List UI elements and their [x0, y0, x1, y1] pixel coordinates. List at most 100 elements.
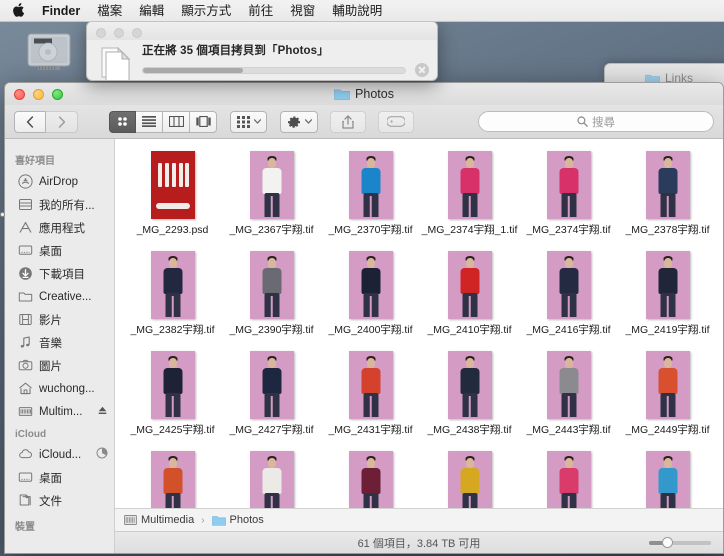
sidebar-item-all-my-files[interactable]: 我的所有... — [5, 193, 114, 216]
sidebar-item-movies[interactable]: 影片 — [5, 308, 114, 331]
menu-item-finder[interactable]: Finder — [42, 0, 80, 22]
breadcrumb-photos[interactable]: Photos — [211, 514, 264, 526]
file-item[interactable]: _MG_2293.psd — [123, 151, 222, 251]
sidebar-item-documents[interactable]: 文件 — [5, 489, 114, 512]
coverflow-view-button[interactable] — [190, 110, 217, 133]
sidebar-item-home[interactable]: wuchong... — [5, 377, 114, 400]
back-button[interactable] — [14, 110, 46, 133]
file-name: _MG_2410宇翔.tif — [427, 324, 512, 336]
status-bar: 61 個項目，3.84 TB 可用 — [115, 531, 723, 553]
file-name: _MG_2382宇翔.tif — [130, 324, 215, 336]
sidebar-item-label: 我的所有... — [39, 199, 95, 212]
file-item[interactable]: MG_2491宇翔.tif — [618, 451, 717, 508]
sidebar-item-icloud-desktop[interactable]: 桌面 — [5, 466, 114, 489]
file-item[interactable]: MG_2462宇翔.tif — [321, 451, 420, 508]
file-thumbnail — [645, 151, 690, 219]
file-item[interactable]: MG_2482宇翔.tif — [519, 451, 618, 508]
finder-toolbar: 搜尋 — [5, 105, 723, 139]
sidebar-item-label: 下載項目 — [39, 268, 85, 281]
file-thumbnail — [150, 351, 195, 419]
file-item[interactable]: _MG_2370宇翔.tif — [321, 151, 420, 251]
tags-button[interactable] — [378, 110, 414, 133]
sidebar-item-multimedia[interactable]: Multim... — [5, 400, 114, 423]
menu-item-edit[interactable]: 編輯 — [139, 0, 164, 22]
sidebar-item-downloads[interactable]: 下載項目 — [5, 262, 114, 285]
maximize-button[interactable] — [132, 28, 142, 38]
file-item[interactable]: _MG_2431宇翔.tif — [321, 351, 420, 451]
icon-view-button[interactable] — [109, 110, 136, 133]
file-item[interactable]: _MG_2400宇翔.tif — [321, 251, 420, 351]
navigation-buttons — [14, 110, 78, 133]
action-button[interactable] — [280, 110, 318, 133]
sidebar-header-icloud: iCloud — [15, 429, 47, 440]
file-thumbnail — [348, 251, 393, 319]
column-view-button[interactable] — [163, 110, 190, 133]
gear-icon — [288, 116, 300, 128]
file-item[interactable]: MG_2455宇翔.tif — [123, 451, 222, 508]
file-thumbnail — [348, 151, 393, 219]
file-item[interactable]: _MG_2390宇翔.tif — [222, 251, 321, 351]
minimize-button[interactable] — [114, 28, 124, 38]
file-thumbnail — [150, 251, 195, 319]
file-item[interactable]: _MG_2367宇翔.tif — [222, 151, 321, 251]
apple-logo-icon[interactable] — [12, 2, 26, 18]
share-icon — [342, 114, 354, 129]
file-item[interactable]: _MG_2378宇翔.tif — [618, 151, 717, 251]
sidebar-header-favorites: 喜好項目 — [15, 156, 55, 167]
file-item[interactable]: _MG_2410宇翔.tif — [420, 251, 519, 351]
file-name: _MG_2370宇翔.tif — [328, 224, 413, 236]
menu-item-window[interactable]: 視窗 — [290, 0, 315, 22]
sidebar-item-creative[interactable]: Creative... — [5, 285, 114, 308]
file-item[interactable]: _MG_2449宇翔.tif — [618, 351, 717, 451]
slider-knob[interactable] — [662, 537, 673, 548]
folder-icon — [211, 515, 226, 526]
sidebar-item-label: 圖片 — [39, 360, 62, 373]
menu-item-view[interactable]: 顯示方式 — [181, 0, 231, 22]
share-button[interactable] — [330, 110, 366, 133]
file-thumbnail — [645, 451, 690, 508]
forward-button[interactable] — [46, 110, 78, 133]
eject-icon[interactable] — [97, 403, 108, 421]
file-item[interactable]: _MG_2374宇翔_1.tif — [420, 151, 519, 251]
sidebar-item-airdrop[interactable]: AirDrop — [5, 170, 114, 193]
file-item[interactable]: _MG_2438宇翔.tif — [420, 351, 519, 451]
breadcrumb-multimedia[interactable]: Multimedia — [124, 514, 194, 526]
file-item[interactable]: _MG_2416宇翔.tif — [519, 251, 618, 351]
finder-titlebar[interactable]: Photos — [5, 83, 723, 105]
file-thumbnail — [447, 451, 492, 508]
menu-item-help[interactable]: 輔助說明 — [332, 0, 382, 22]
sidebar-item-pictures[interactable]: 圖片 — [5, 354, 114, 377]
file-item[interactable]: _MG_2443宇翔.tif — [519, 351, 618, 451]
window-title: Photos — [5, 83, 723, 105]
documents-icon — [18, 493, 33, 508]
sidebar-resize-handle[interactable] — [0, 212, 5, 217]
sidebar-item-desktop[interactable]: 桌面 — [5, 239, 114, 262]
file-thumbnail — [249, 151, 294, 219]
search-input[interactable]: 搜尋 — [478, 111, 714, 132]
menu-item-go[interactable]: 前往 — [248, 0, 273, 22]
close-button[interactable] — [96, 28, 106, 38]
file-item[interactable]: MG_2458宇翔.tif — [222, 451, 321, 508]
hard-drive-icon[interactable] — [20, 26, 78, 78]
file-item[interactable]: MG_2476宇翔.tif — [420, 451, 519, 508]
file-item[interactable]: _MG_2425宇翔.tif — [123, 351, 222, 451]
menu-item-file[interactable]: 檔案 — [97, 0, 122, 22]
file-item[interactable]: _MG_2382宇翔.tif — [123, 251, 222, 351]
file-name: _MG_2390宇翔.tif — [229, 324, 314, 336]
view-mode-switcher — [109, 110, 217, 133]
sidebar-item-label: 應用程式 — [39, 222, 85, 235]
arrange-button[interactable] — [230, 110, 267, 133]
file-item[interactable]: _MG_2427宇翔.tif — [222, 351, 321, 451]
file-item[interactable]: _MG_2374宇翔.tif — [519, 151, 618, 251]
cancel-icon[interactable] — [415, 63, 429, 77]
path-bar: Multimedia › Photos — [115, 508, 723, 531]
file-name: _MG_2431宇翔.tif — [328, 424, 413, 436]
sidebar-item-icloud-drive[interactable]: iCloud... — [5, 443, 114, 466]
applications-icon — [18, 220, 33, 235]
file-item[interactable]: _MG_2419宇翔.tif — [618, 251, 717, 351]
icon-size-slider[interactable] — [649, 537, 711, 548]
sidebar-item-music[interactable]: 音樂 — [5, 331, 114, 354]
list-view-button[interactable] — [136, 110, 163, 133]
file-thumbnail — [447, 251, 492, 319]
sidebar-item-applications[interactable]: 應用程式 — [5, 216, 114, 239]
